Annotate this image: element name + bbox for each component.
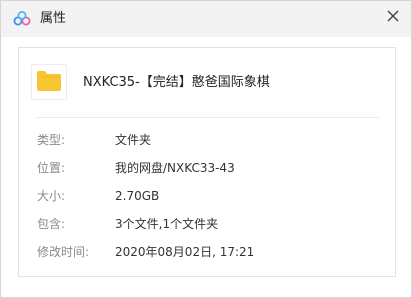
location-value[interactable]: 我的网盘/NXKC33-43 [115, 161, 235, 175]
size-value: 2.70GB [115, 189, 160, 203]
location-label: 位置: [37, 161, 66, 175]
modified-time-value: 2020年08月02日, 17:21 [115, 245, 255, 259]
modified-time-label: 修改时间: [37, 245, 90, 259]
folder-icon [31, 64, 67, 100]
file-name: NXKC35-【完结】憨爸国际象棋 [83, 75, 270, 90]
contains-label: 包含: [37, 217, 66, 231]
close-button[interactable] [383, 6, 403, 26]
type-value: 文件夹 [115, 133, 152, 147]
title-bar: 属性 [1, 1, 411, 37]
size-label: 大小: [37, 189, 66, 203]
close-icon [387, 10, 399, 22]
divider [35, 117, 379, 118]
dialog-title: 属性 [40, 11, 67, 26]
type-label: 类型: [37, 133, 66, 147]
properties-dialog: 属性 NXKC35-【完结】憨爸国际象棋 类型: 文件夹 位置: 我的网盘/NX… [0, 0, 412, 298]
cloud-drive-logo-icon [13, 10, 31, 28]
contains-value: 3个文件,1个文件夹 [115, 217, 219, 231]
properties-panel: NXKC35-【完结】憨爸国际象棋 类型: 文件夹 位置: 我的网盘/NXKC3… [18, 47, 396, 277]
